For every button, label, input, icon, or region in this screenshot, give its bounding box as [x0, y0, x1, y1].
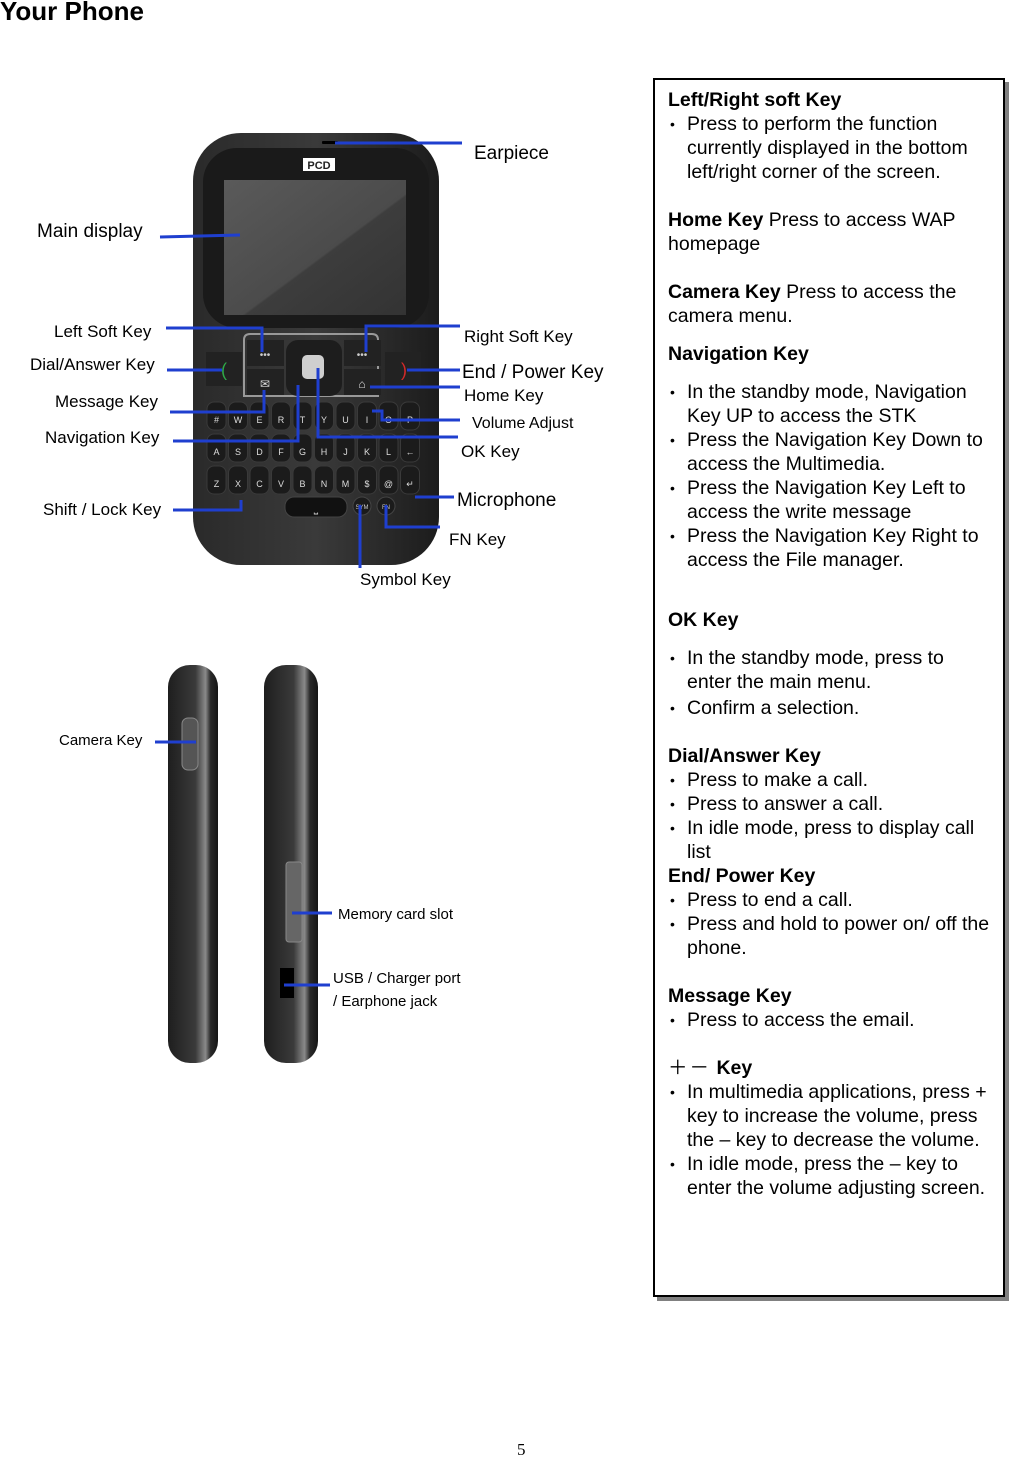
keyboard-key-label: T	[300, 415, 306, 425]
section-heading: OK Key	[668, 609, 739, 631]
callout-right-soft-key: Right Soft Key	[464, 327, 573, 346]
section-camera-key: Camera Key Press to access the camera me…	[668, 280, 991, 328]
svg-text:✉: ✉	[260, 377, 270, 391]
section-navigation-key: Navigation Key In the standby mode, Navi…	[668, 342, 991, 572]
list-item: Press and hold to power on/ off the phon…	[668, 912, 991, 960]
svg-text:PCD: PCD	[307, 160, 330, 172]
list-item: Press to answer a call.	[668, 792, 991, 816]
phone-front-illustration: PCD ( ) ••• ••• ✉ ⌂ # W E R T Y U I O PA S D F G H J K L ←…	[155, 133, 462, 1063]
section-heading: Left/Right soft Key	[668, 89, 842, 111]
keyboard-key-label: H	[321, 447, 328, 457]
callout-left-soft-key: Left Soft Key	[54, 322, 152, 341]
callout-earpiece: Earpiece	[474, 143, 549, 164]
keyboard-key-label: @	[384, 479, 393, 489]
section-dial-answer-key: Dial/Answer Key Press to make a call. Pr…	[668, 744, 991, 864]
list-item: Press to end a call.	[668, 888, 991, 912]
section-heading: ＋－ Key	[668, 1057, 753, 1079]
phone-diagrams: PCD ( ) ••• ••• ✉ ⌂ # W E R T Y U I O P A S D F G H J K L ←…	[0, 0, 640, 1100]
list-item: In the standby mode, press to enter the …	[668, 646, 991, 694]
callout-main-display: Main display	[37, 221, 143, 242]
keyboard-key-label: W	[234, 415, 243, 425]
svg-text:): )	[401, 360, 407, 380]
callout-ok-key: OK Key	[461, 442, 520, 461]
callout-microphone: Microphone	[457, 490, 557, 511]
keyboard-key-label: S	[235, 447, 241, 457]
keyboard-key-label: Y	[321, 415, 327, 425]
callout-usb-port-line1: USB / Charger port	[333, 970, 461, 987]
keyboard-key-label: C	[256, 479, 263, 489]
bottom-key-label: SYM	[355, 505, 368, 511]
keyboard-key-label: ←	[406, 447, 415, 457]
keyboard-key-label: X	[235, 479, 241, 489]
svg-text:⎵: ⎵	[314, 503, 319, 515]
section-heading: Message Key	[668, 985, 792, 1007]
callout-symbol-key: Symbol Key	[360, 570, 451, 589]
section-home-key: Home Key Press to access WAP homepage	[668, 208, 991, 256]
callout-navigation-key: Navigation Key	[45, 428, 160, 447]
section-heading: Camera Key	[668, 281, 781, 303]
list-item: Press the Navigation Key Right to access…	[668, 524, 991, 572]
keyboard-key-label: M	[342, 479, 350, 489]
page-number: 5	[517, 1440, 526, 1459]
keyboard-key-label: ↵	[406, 479, 414, 489]
section-end-power-key: End/ Power Key Press to end a call. Pres…	[668, 864, 991, 960]
keyboard-key-label: $	[364, 479, 369, 489]
main-display-screen	[224, 180, 406, 315]
keyboard-key-label: B	[299, 479, 305, 489]
keyboard-key-label: G	[299, 447, 306, 457]
section-heading: End/ Power Key	[668, 865, 816, 887]
callout-home-key: Home Key	[464, 386, 544, 405]
phone-side-left	[168, 665, 218, 1063]
list-item: In multimedia applications, press + key …	[668, 1080, 991, 1152]
keyboard-key-label: F	[278, 447, 284, 457]
section-heading: Navigation Key	[668, 343, 809, 365]
list-item: In the standby mode, Navigation Key UP t…	[668, 380, 991, 428]
keyboard-key-label: Z	[214, 479, 220, 489]
keyboard-key-label: K	[364, 447, 370, 457]
callout-shift-lock-key: Shift / Lock Key	[43, 500, 162, 519]
svg-text:⌂: ⌂	[358, 377, 365, 391]
ok-key-button	[302, 355, 324, 379]
callout-usb-port-line2: / Earphone jack	[333, 993, 438, 1010]
keyboard-key-label: D	[256, 447, 263, 457]
callout-message-key: Message Key	[55, 392, 158, 411]
list-item: In idle mode, press the – key to enter t…	[668, 1152, 991, 1200]
keyboard-key-label: #	[214, 415, 219, 425]
callout-volume-adjust: Volume Adjust	[472, 415, 574, 432]
list-item: In idle mode, press to display call list	[668, 816, 991, 864]
list-item: Press the Navigation Key Down to access …	[668, 428, 991, 476]
keyboard-key-label: U	[342, 415, 349, 425]
phone-front: PCD ( ) ••• ••• ✉ ⌂ # W E R T Y U I O PA S D F G H J K L ←…	[193, 133, 439, 565]
section-soft-key: Left/Right soft Key Press to perform the…	[668, 88, 991, 184]
keyboard-key-label: A	[213, 447, 219, 457]
keyboard-key-label: V	[278, 479, 284, 489]
section-message-key: Message Key Press to access the email.	[668, 984, 991, 1032]
keyboard-key-label: J	[343, 447, 348, 457]
list-item: Press the Navigation Key Left to access …	[668, 476, 991, 524]
key-descriptions-box: Left/Right soft Key Press to perform the…	[653, 78, 1005, 1297]
keyboard-key-label: N	[321, 479, 328, 489]
keyboard-key-label: L	[386, 447, 391, 457]
section-heading: Dial/Answer Key	[668, 745, 821, 767]
callout-fn-key: FN Key	[449, 530, 506, 549]
callout-dial-answer-key: Dial/Answer Key	[30, 355, 155, 374]
section-ok-key: OK Key In the standby mode, press to ent…	[668, 608, 991, 720]
callout-memory-card-slot: Memory card slot	[338, 906, 454, 923]
callout-end-power-key: End / Power Key	[462, 362, 604, 383]
callout-camera-key: Camera Key	[59, 732, 143, 749]
plus-minus-icon: ＋－	[668, 1057, 712, 1079]
section-heading: Home Key	[668, 209, 764, 231]
keyboard-key-label: I	[366, 415, 369, 425]
list-item: Press to make a call.	[668, 768, 991, 792]
keyboard-key-label: E	[256, 415, 262, 425]
keyboard-key-label: R	[278, 415, 285, 425]
list-item: Press to perform the function currently …	[668, 112, 991, 184]
section-volume-key: ＋－ Key In multimedia applications, press…	[668, 1056, 991, 1200]
list-item: Confirm a selection.	[668, 696, 991, 720]
phone-side-right	[264, 665, 318, 1063]
list-item: Press to access the email.	[668, 1008, 991, 1032]
